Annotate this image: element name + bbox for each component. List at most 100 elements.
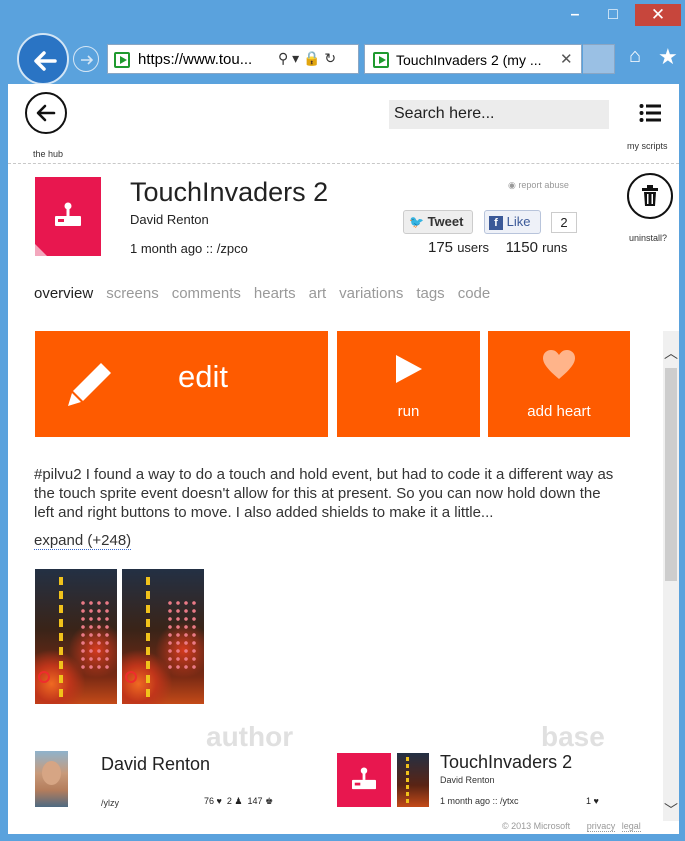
author-hearts-count: 76 xyxy=(204,796,215,806)
play-icon xyxy=(396,355,422,383)
twitter-bird-icon: 🐦 xyxy=(409,215,424,229)
like-count: 2 xyxy=(551,212,577,233)
joystick-icon xyxy=(55,202,81,226)
script-stats: 175 users 1150 runs xyxy=(428,239,567,256)
base-heading: base xyxy=(541,721,605,752)
tweet-button[interactable]: 🐦 Tweet xyxy=(403,210,473,234)
author-card-stats: 76 ♥ 2 ♟ 147 ♚ xyxy=(204,796,273,807)
edit-button[interactable]: edit xyxy=(35,331,328,437)
my-scripts-label[interactable]: my scripts xyxy=(627,141,668,151)
scrollbar-thumb[interactable] xyxy=(665,368,677,581)
heart-icon xyxy=(543,350,575,379)
browser-back-button[interactable] xyxy=(17,33,69,85)
add-heart-button[interactable]: add heart xyxy=(488,331,630,437)
base-hearts-count: 1 xyxy=(586,796,592,806)
favorites-star-icon[interactable]: ★ xyxy=(658,44,678,70)
address-bar-icons[interactable]: ⚲ ▾ 🔒 ↻ xyxy=(278,50,336,67)
legal-link[interactable]: legal xyxy=(621,821,641,832)
pencil-icon xyxy=(68,363,111,406)
tile-corner xyxy=(35,244,47,256)
edit-label: edit xyxy=(178,359,228,394)
address-text[interactable]: https://www.tou... xyxy=(138,51,252,68)
script-title: TouchInvaders 2 xyxy=(130,177,329,207)
base-script-meta: 1 month ago :: /ytxc xyxy=(440,796,519,806)
report-abuse-label[interactable]: report abuse xyxy=(518,180,569,190)
arrow-left-icon xyxy=(36,104,56,122)
script-description: #pilvu2 I found a way to do a touch and … xyxy=(34,466,614,521)
users-label: users xyxy=(457,240,489,255)
search-input[interactable]: Search here... xyxy=(389,100,609,129)
base-script-title[interactable]: TouchInvaders 2 xyxy=(440,752,572,773)
report-abuse-link[interactable]: ◉ report abuse xyxy=(508,180,569,191)
address-bar[interactable]: https://www.tou... ⚲ ▾ 🔒 ↻ xyxy=(107,44,359,74)
run-label: run xyxy=(397,403,420,420)
header-divider xyxy=(8,163,679,164)
script-author[interactable]: David Renton xyxy=(130,212,209,227)
home-icon[interactable]: ⌂ xyxy=(629,45,641,68)
tab-title: TouchInvaders 2 (my ... xyxy=(396,52,542,68)
author-scripts-count: 147 xyxy=(247,796,263,806)
heart-icon: ♥ xyxy=(216,796,222,806)
facebook-icon: f xyxy=(489,216,503,230)
hub-label[interactable]: the hub xyxy=(33,149,63,159)
base-script-hearts: 1 ♥ xyxy=(586,796,599,806)
base-script-author: David Renton xyxy=(440,775,495,785)
base-script-thumbnail[interactable] xyxy=(397,753,429,807)
tab-tags[interactable]: tags xyxy=(416,285,444,302)
expand-link[interactable]: expand (+248) xyxy=(34,532,132,550)
browser-window: – □ ✕ https://www.tou... ⚲ ▾ 🔒 ↻ TouchIn… xyxy=(0,0,685,841)
author-card-handle: /ylzy xyxy=(101,798,119,808)
tab-comments[interactable]: comments xyxy=(172,285,241,302)
author-avatar[interactable] xyxy=(35,751,68,807)
runs-count: 1150 xyxy=(505,239,538,256)
new-tab-button[interactable] xyxy=(583,44,615,74)
script-meta: 1 month ago :: /zpco xyxy=(130,241,248,256)
vertical-scrollbar[interactable]: ︿ ﹀ xyxy=(663,331,679,821)
trash-icon xyxy=(642,185,658,206)
trophy-icon: ♚ xyxy=(265,796,274,806)
heart-icon: ♥ xyxy=(593,796,599,806)
browser-tab[interactable]: TouchInvaders 2 (my ... ✕ xyxy=(364,44,582,74)
footer: © 2013 Microsoft privacy legal xyxy=(502,821,641,832)
site-favicon-icon xyxy=(114,52,130,68)
scroll-down-icon[interactable]: ﹀ xyxy=(663,800,679,820)
base-script-tile[interactable] xyxy=(337,753,391,807)
run-button[interactable]: run xyxy=(337,331,480,437)
tab-screens[interactable]: screens xyxy=(106,285,159,302)
author-heading: author xyxy=(206,721,294,752)
uninstall-label[interactable]: uninstall? xyxy=(629,233,667,243)
page-content: the hub Search here... my scripts TouchI… xyxy=(8,84,679,834)
tab-code[interactable]: code xyxy=(458,285,491,302)
minimize-button[interactable]: – xyxy=(560,4,590,26)
hub-back-button[interactable] xyxy=(25,92,67,134)
users-count: 175 xyxy=(428,239,454,256)
screenshot-thumbnail[interactable] xyxy=(122,569,204,704)
list-icon[interactable] xyxy=(639,103,661,123)
tab-hearts[interactable]: hearts xyxy=(254,285,296,302)
maximize-button[interactable]: □ xyxy=(598,4,628,26)
screenshot-thumbnail[interactable] xyxy=(35,569,117,704)
tweet-label: Tweet xyxy=(427,214,464,229)
title-bar: – □ ✕ xyxy=(0,0,685,32)
arrow-left-icon xyxy=(34,51,57,71)
tab-overview[interactable]: overview xyxy=(34,285,93,302)
privacy-link[interactable]: privacy xyxy=(586,821,616,832)
author-card-name[interactable]: David Renton xyxy=(101,754,210,775)
tab-art[interactable]: art xyxy=(309,285,327,302)
like-label: Like xyxy=(506,214,531,229)
runs-label: runs xyxy=(542,240,568,255)
joystick-icon xyxy=(352,767,376,790)
copyright-text: © 2013 Microsoft xyxy=(502,821,571,831)
tab-variations[interactable]: variations xyxy=(339,285,403,302)
person-icon: ♟ xyxy=(234,796,243,806)
author-followers-count: 2 xyxy=(226,796,232,806)
script-icon-tile xyxy=(35,177,101,256)
tab-favicon-icon xyxy=(373,52,389,68)
facebook-like-button[interactable]: f Like xyxy=(484,210,541,234)
scroll-up-icon[interactable]: ︿ xyxy=(663,343,679,363)
tab-close-icon[interactable]: ✕ xyxy=(560,50,573,68)
browser-forward-button[interactable] xyxy=(73,46,99,72)
close-window-button[interactable]: ✕ xyxy=(635,4,681,26)
uninstall-button[interactable] xyxy=(627,173,673,219)
add-heart-label: add heart xyxy=(527,403,591,420)
